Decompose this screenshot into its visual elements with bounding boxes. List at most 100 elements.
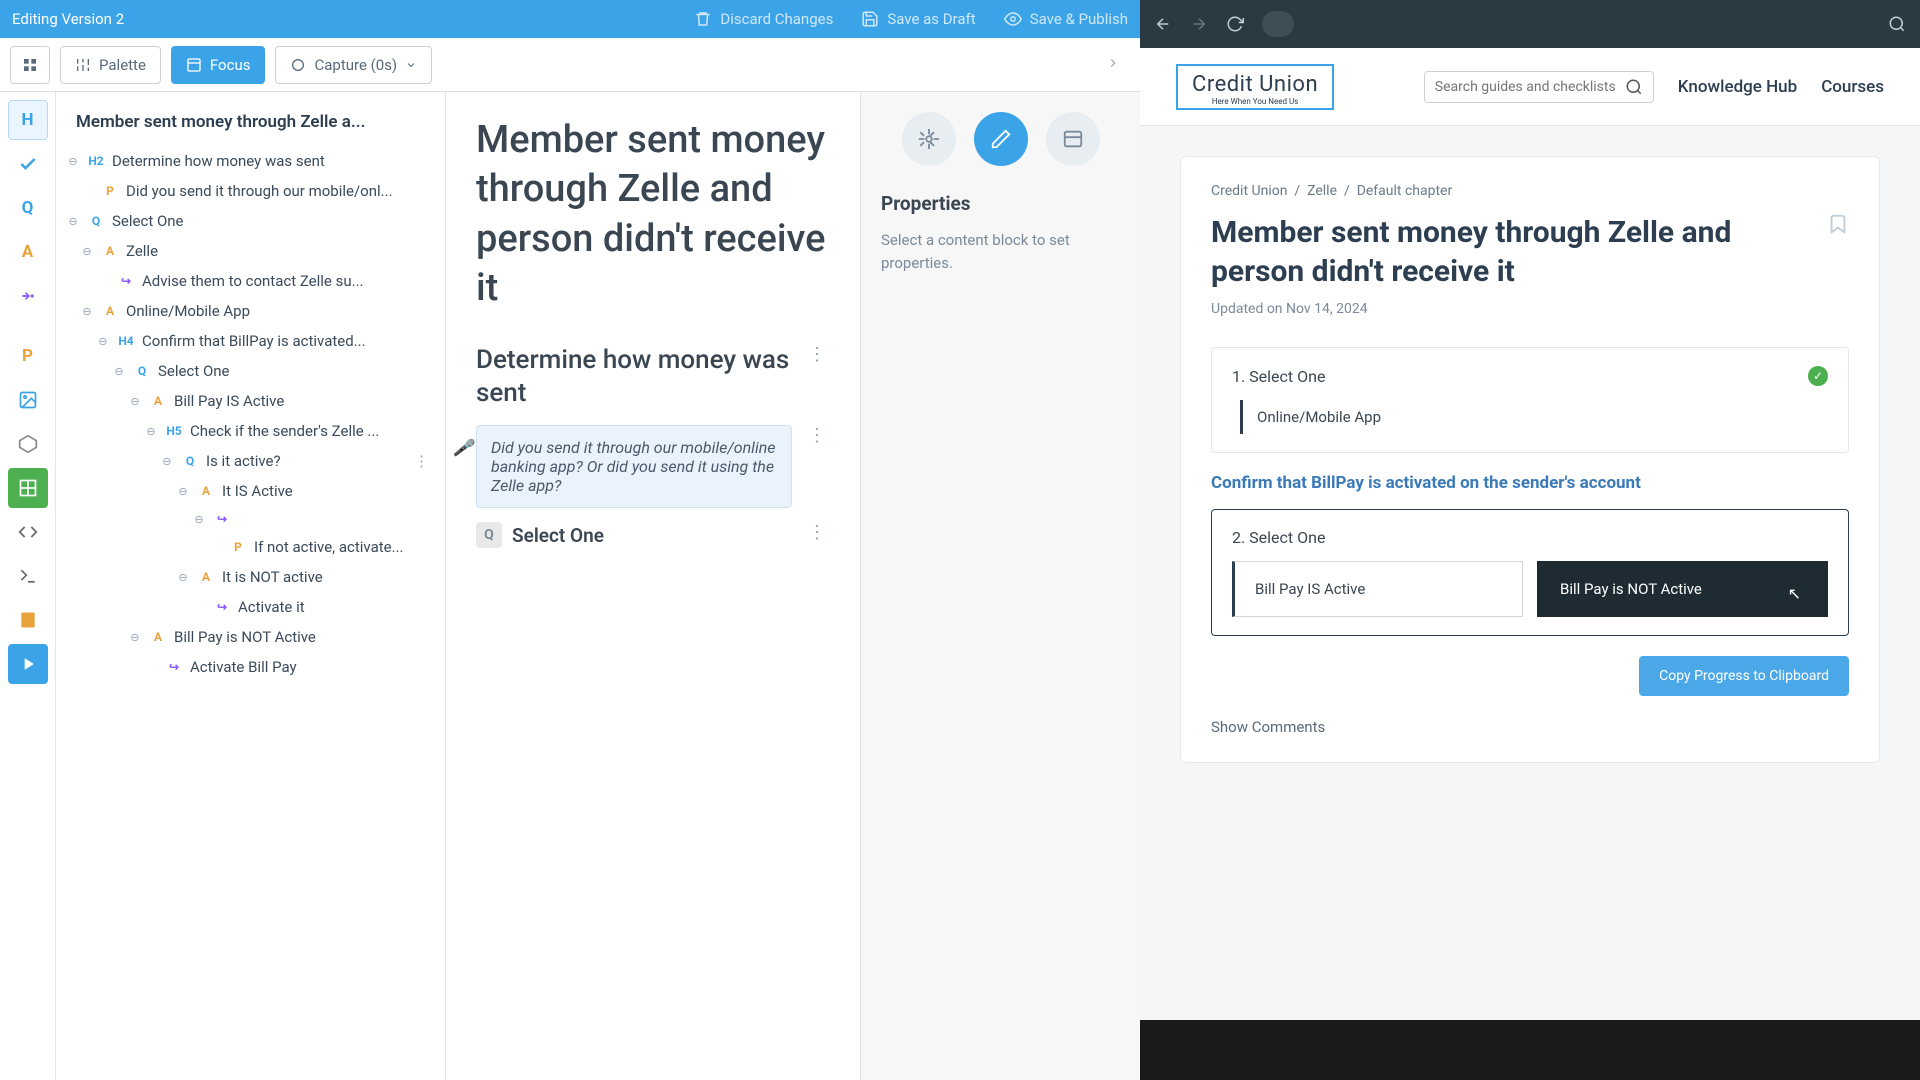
- grid-icon: [22, 57, 38, 73]
- page-footer: [1140, 1020, 1920, 1080]
- outline-tree[interactable]: Member sent money through Zelle a... ⊖H2…: [56, 92, 446, 1080]
- rail-question[interactable]: Q: [8, 188, 48, 228]
- zoom-button[interactable]: [1888, 15, 1906, 33]
- step-1-answer[interactable]: Online/Mobile App: [1240, 400, 1828, 434]
- terminal-icon: [18, 566, 38, 586]
- rail-terminal[interactable]: [8, 556, 48, 596]
- rail-check[interactable]: [8, 144, 48, 184]
- tree-node[interactable]: ⊖H2Determine how money was sent: [62, 146, 439, 176]
- rail-code[interactable]: [8, 512, 48, 552]
- grid-toggle-button[interactable]: [10, 46, 50, 84]
- tree-node[interactable]: ⊖H5Check if the sender's Zelle ...: [62, 416, 439, 446]
- focus-button[interactable]: Focus: [171, 46, 266, 84]
- tree-title: Member sent money through Zelle a...: [62, 102, 439, 146]
- tree-node[interactable]: ⊖AOnline/Mobile App: [62, 296, 439, 326]
- collapse-toolbar-button[interactable]: [1096, 55, 1130, 74]
- hexagon-icon: [18, 434, 38, 454]
- save-publish-button[interactable]: Save & Publish: [1004, 10, 1128, 28]
- step-2-options: Bill Pay IS Active Bill Pay is NOT Activ…: [1232, 561, 1828, 617]
- rail-note[interactable]: [8, 600, 48, 640]
- rail-answer[interactable]: A: [8, 232, 48, 272]
- block-menu-button[interactable]: ⋮: [804, 344, 830, 365]
- block-menu-button[interactable]: ⋮: [804, 522, 830, 543]
- target-icon: [290, 57, 306, 73]
- tree-node[interactable]: ⊖QSelect One: [62, 356, 439, 386]
- tree-node[interactable]: ⊖ABill Pay is NOT Active: [62, 622, 439, 652]
- search-input[interactable]: [1435, 79, 1625, 95]
- show-comments-link[interactable]: Show Comments: [1211, 718, 1849, 736]
- tree-node[interactable]: ⊖H4Confirm that BillPay is activated...: [62, 326, 439, 356]
- chevron-down-icon: [405, 57, 417, 73]
- browser-toolbar: [1140, 0, 1920, 48]
- layout-icon: [186, 57, 202, 73]
- copy-progress-button[interactable]: Copy Progress to Clipboard: [1639, 656, 1849, 696]
- tree-node[interactable]: PIf not active, activate...: [62, 532, 439, 562]
- doc-title[interactable]: Member sent money through Zelle and pers…: [476, 116, 830, 314]
- rail-video[interactable]: [8, 644, 48, 684]
- rail-paragraph[interactable]: P: [8, 336, 48, 376]
- tree-node[interactable]: ⊖↪: [62, 506, 439, 532]
- crumb[interactable]: Default chapter: [1357, 183, 1453, 199]
- tree-node[interactable]: ⊖AZelle: [62, 236, 439, 266]
- arrow-left-icon: [1154, 15, 1172, 33]
- gear-icon: [918, 128, 940, 150]
- reload-button[interactable]: [1226, 15, 1244, 33]
- version-title: Editing Version 2: [12, 10, 694, 28]
- layout-tab[interactable]: [1046, 112, 1100, 166]
- block-menu-button[interactable]: ⋮: [804, 425, 830, 446]
- block-rail: H Q A P: [0, 92, 56, 1080]
- tree-node[interactable]: ↪Advise them to contact Zelle su...: [62, 266, 439, 296]
- note-icon: [18, 610, 38, 630]
- article-card: Credit Union / Zelle / Default chapter M…: [1180, 156, 1880, 763]
- rail-shape[interactable]: [8, 424, 48, 464]
- capture-button[interactable]: Capture (0s): [275, 46, 432, 84]
- check-icon: [18, 154, 38, 174]
- tree-node[interactable]: ↪Activate Bill Pay: [62, 652, 439, 682]
- rail-table[interactable]: [8, 468, 48, 508]
- tree-node[interactable]: ↪Activate it: [62, 592, 439, 622]
- step-1: 1. Select One ✓ Online/Mobile App: [1211, 347, 1849, 453]
- crumb[interactable]: Zelle: [1307, 183, 1337, 199]
- site-logo[interactable]: Credit Union Here When You Need Us: [1176, 64, 1334, 110]
- tree-node[interactable]: PDid you send it through our mobile/onl.…: [62, 176, 439, 206]
- trash-icon: [694, 10, 712, 28]
- rail-image[interactable]: [8, 380, 48, 420]
- table-icon: [18, 478, 38, 498]
- option-billpay-not-active[interactable]: Bill Pay is NOT Active ↖: [1537, 561, 1828, 617]
- check-icon: ✓: [1808, 366, 1828, 386]
- palette-button[interactable]: Palette: [60, 46, 161, 84]
- bookmark-button[interactable]: [1827, 213, 1849, 239]
- content-editor[interactable]: Member sent money through Zelle and pers…: [446, 92, 860, 1080]
- back-button[interactable]: [1154, 15, 1172, 33]
- layout-icon: [1062, 128, 1084, 150]
- site-search[interactable]: [1424, 71, 1654, 103]
- nav-courses[interactable]: Courses: [1821, 77, 1884, 97]
- props-title: Properties: [881, 192, 1120, 215]
- save-draft-button[interactable]: Save as Draft: [861, 10, 975, 28]
- settings-tab[interactable]: [902, 112, 956, 166]
- tree-node[interactable]: ⊖AIt is NOT active: [62, 562, 439, 592]
- editor-top-bar: Editing Version 2 Discard Changes Save a…: [0, 0, 1140, 38]
- edit-tab[interactable]: [974, 112, 1028, 166]
- tree-node[interactable]: ⊖ABill Pay IS Active: [62, 386, 439, 416]
- code-icon: [18, 522, 38, 542]
- tree-node[interactable]: ⊖AIt IS Active: [62, 476, 439, 506]
- save-icon: [861, 10, 879, 28]
- prompt-block[interactable]: 🎤 Did you send it through our mobile/onl…: [476, 425, 830, 508]
- preview-browser: Credit Union Here When You Need Us Knowl…: [1140, 0, 1920, 1080]
- option-billpay-active[interactable]: Bill Pay IS Active: [1232, 561, 1523, 617]
- tree-node[interactable]: ⊖QSelect One: [62, 206, 439, 236]
- crumb[interactable]: Credit Union: [1211, 183, 1287, 199]
- tree-node[interactable]: ⊖QIs it active?⋮: [62, 446, 439, 476]
- rail-redirect[interactable]: [8, 276, 48, 316]
- eye-icon: [1004, 10, 1022, 28]
- forward-button[interactable]: [1190, 15, 1208, 33]
- heading-block[interactable]: Determine how money was sent ⋮: [476, 344, 830, 412]
- address-pill[interactable]: [1262, 11, 1294, 37]
- select-block[interactable]: Q Select One ⋮: [476, 522, 830, 548]
- page-title: Member sent money through Zelle and pers…: [1211, 213, 1811, 291]
- nav-knowledge-hub[interactable]: Knowledge Hub: [1678, 77, 1797, 97]
- discard-button[interactable]: Discard Changes: [694, 10, 833, 28]
- pencil-icon: [990, 128, 1012, 150]
- rail-heading[interactable]: H: [8, 100, 48, 140]
